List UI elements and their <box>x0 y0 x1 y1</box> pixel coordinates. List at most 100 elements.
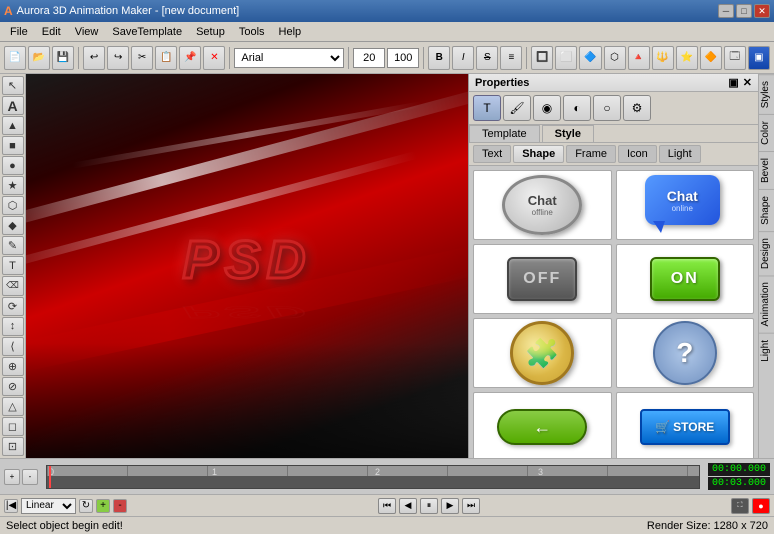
font-selector[interactable]: Arial <box>234 48 344 68</box>
tb-bold[interactable]: B <box>428 46 450 70</box>
tb-view1[interactable]: 🗔 <box>724 46 746 70</box>
tb-new[interactable]: 📄 <box>4 46 26 70</box>
tool-erase[interactable]: ⌫ <box>2 276 24 295</box>
svt-design[interactable]: Design <box>759 231 774 275</box>
tb-obj3[interactable]: 🔷 <box>579 46 601 70</box>
tb-view2[interactable]: ▣ <box>748 46 770 70</box>
svt-light[interactable]: Light <box>759 333 774 368</box>
icon-arrow[interactable]: ← <box>473 392 612 458</box>
menu-setup[interactable]: Setup <box>190 25 231 39</box>
pb-play[interactable]: ▶ <box>441 498 459 514</box>
icon-question[interactable]: ? <box>616 318 755 388</box>
svt-styles[interactable]: Styles <box>759 74 774 114</box>
tb-obj6[interactable]: 🔱 <box>652 46 674 70</box>
tb-redo[interactable]: ↪ <box>107 46 129 70</box>
tool-text[interactable]: A <box>2 96 24 115</box>
tb-paste[interactable]: 📌 <box>179 46 201 70</box>
pb-forward[interactable]: ⏭ <box>462 498 480 514</box>
tb-obj8[interactable]: 🔶 <box>700 46 722 70</box>
tb-align[interactable]: ≡ <box>500 46 522 70</box>
subtab-text[interactable]: Text <box>473 145 511 163</box>
pb-fullscreen[interactable]: ⛶ <box>731 498 749 514</box>
tool-tri2[interactable]: △ <box>2 397 24 416</box>
tool-rect[interactable]: ◻ <box>2 417 24 436</box>
svt-bevel[interactable]: Bevel <box>759 151 774 189</box>
tool-remove[interactable]: ⊘ <box>2 377 24 396</box>
tb-delete[interactable]: ✕ <box>203 46 225 70</box>
menu-edit[interactable]: Edit <box>36 25 67 39</box>
tm-text[interactable]: T <box>473 95 501 121</box>
icon-off[interactable]: OFF <box>473 244 612 314</box>
tm-gear[interactable]: ⚙ <box>623 95 651 121</box>
tb-obj5[interactable]: 🔺 <box>628 46 650 70</box>
svt-animation[interactable]: Animation <box>759 275 774 332</box>
float-button[interactable]: ▣ <box>728 76 738 89</box>
pb-remove-keyframe[interactable]: - <box>113 499 127 513</box>
font-size1[interactable] <box>353 48 385 68</box>
maximize-button[interactable]: □ <box>736 4 752 18</box>
tool-star[interactable]: ★ <box>2 176 24 195</box>
icon-chat-online[interactable]: Chat online <box>616 170 755 240</box>
tool-circle[interactable]: ● <box>2 156 24 175</box>
icon-on[interactable]: ON <box>616 244 755 314</box>
pb-record[interactable]: ● <box>752 498 770 514</box>
tb-obj4[interactable]: ⬡ <box>604 46 626 70</box>
tm-round[interactable]: ◉ <box>533 95 561 121</box>
tb-save[interactable]: 💾 <box>52 46 74 70</box>
tool-type[interactable]: T <box>2 256 24 275</box>
close-props-button[interactable]: ✕ <box>743 76 752 89</box>
tm-half[interactable]: ◐ <box>563 95 591 121</box>
tool-grid[interactable]: ⊡ <box>2 437 24 456</box>
tm-circle[interactable]: ○ <box>593 95 621 121</box>
tb-copy[interactable]: 📋 <box>155 46 177 70</box>
tool-rotate[interactable]: ⟳ <box>2 297 24 316</box>
menu-savetemplate[interactable]: SaveTemplate <box>106 25 188 39</box>
menu-file[interactable]: File <box>4 25 34 39</box>
tool-pen[interactable]: ✎ <box>2 236 24 255</box>
tab-template[interactable]: Template <box>469 125 540 142</box>
pb-prev[interactable]: ⏮ <box>378 498 396 514</box>
tool-diamond[interactable]: ◆ <box>2 216 24 235</box>
canvas-area[interactable]: PSD PSD <box>26 74 468 458</box>
menu-view[interactable]: View <box>69 25 105 39</box>
minimize-button[interactable]: ─ <box>718 4 734 18</box>
tl-zoom-in[interactable]: + <box>4 469 20 485</box>
menu-help[interactable]: Help <box>273 25 308 39</box>
tb-obj1[interactable]: 🔲 <box>531 46 553 70</box>
subtab-icon[interactable]: Icon <box>618 145 657 163</box>
tb-undo[interactable]: ↩ <box>83 46 105 70</box>
pb-rewind[interactable]: ◀ <box>399 498 417 514</box>
tool-scale[interactable]: ↕ <box>2 317 24 336</box>
svt-color[interactable]: Color <box>759 114 774 151</box>
icon-chat-offline[interactable]: Chat offline <box>473 170 612 240</box>
icon-store[interactable]: 🛒 STORE <box>616 392 755 458</box>
tm-brush[interactable]: 🖌 <box>503 95 531 121</box>
tb-obj7[interactable]: ⭐ <box>676 46 698 70</box>
svt-shape[interactable]: Shape <box>759 189 774 231</box>
tb-obj2[interactable]: ⬜ <box>555 46 577 70</box>
tab-style[interactable]: Style <box>542 125 594 142</box>
subtab-shape[interactable]: Shape <box>513 145 564 163</box>
subtab-frame[interactable]: Frame <box>566 145 616 163</box>
tool-triangle[interactable]: ▲ <box>2 116 24 135</box>
tb-cut[interactable]: ✂ <box>131 46 153 70</box>
tb-open[interactable]: 📂 <box>28 46 50 70</box>
icon-puzzle[interactable]: 🧩 <box>473 318 612 388</box>
tool-square[interactable]: ■ <box>2 136 24 155</box>
subtab-light[interactable]: Light <box>659 145 701 163</box>
tb-strikethrough[interactable]: S <box>476 46 498 70</box>
tool-select[interactable]: ↖ <box>2 76 24 95</box>
tb-italic[interactable]: I <box>452 46 474 70</box>
tool-add[interactable]: ⊕ <box>2 357 24 376</box>
tool-arrow[interactable]: ⟨ <box>2 337 24 356</box>
pb-prev-keyframe[interactable]: |◀ <box>4 499 18 513</box>
interpolation-select[interactable]: Linear <box>21 498 76 514</box>
timeline-track[interactable]: 0 1 2 3 <box>46 465 700 489</box>
pb-add-keyframe[interactable]: + <box>96 499 110 513</box>
pb-pause[interactable]: ⏸ <box>420 498 438 514</box>
pb-loop[interactable]: ↻ <box>79 499 93 513</box>
menu-tools[interactable]: Tools <box>233 25 271 39</box>
tl-zoom-out[interactable]: - <box>22 469 38 485</box>
tool-hex[interactable]: ⬡ <box>2 196 24 215</box>
close-button[interactable]: ✕ <box>754 4 770 18</box>
